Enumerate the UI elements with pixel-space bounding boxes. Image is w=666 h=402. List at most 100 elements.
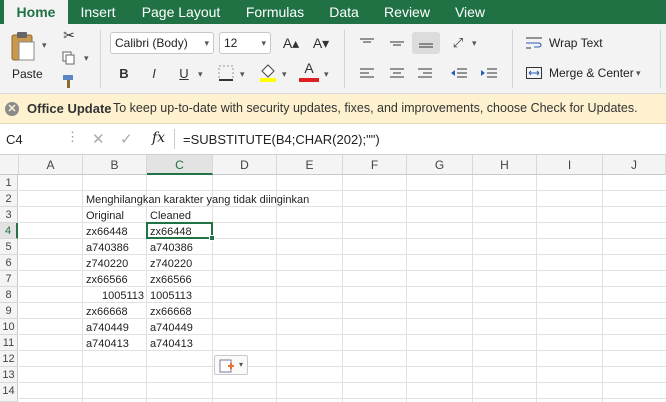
- cell-c11[interactable]: a740413: [150, 336, 193, 352]
- align-bottom-icon[interactable]: [412, 32, 440, 54]
- enter-icon[interactable]: ✓: [120, 130, 133, 148]
- align-middle-icon[interactable]: [384, 32, 410, 54]
- chevron-down-icon: ▾: [239, 360, 244, 369]
- formula-bar: C4 ⋮ ✕ ✓ fx =SUBSTITUTE(B4;CHAR(202);""): [0, 124, 666, 155]
- row-header-11[interactable]: 11: [0, 335, 18, 351]
- cell-b7[interactable]: zx66566: [86, 272, 128, 288]
- paste-label[interactable]: Paste: [12, 66, 43, 82]
- cell-b9[interactable]: zx66668: [86, 304, 128, 320]
- merge-center-button[interactable]: Merge & Center: [549, 65, 634, 81]
- wrap-text-button[interactable]: Wrap Text: [549, 35, 603, 51]
- merge-center-icon[interactable]: [524, 64, 544, 82]
- orientation-dropdown-icon[interactable]: ▾: [472, 38, 477, 49]
- fill-dropdown-icon[interactable]: ▾: [282, 69, 287, 80]
- row-header-8[interactable]: 8: [0, 287, 18, 303]
- row-header-3[interactable]: 3: [0, 207, 18, 223]
- decrease-indent-icon[interactable]: [446, 62, 472, 84]
- cell-b8[interactable]: 1005113: [83, 288, 144, 304]
- row-header-7[interactable]: 7: [0, 271, 18, 287]
- paste-dropdown-icon[interactable]: ▾: [42, 40, 47, 51]
- update-title: Office Update: [27, 101, 112, 116]
- row-header-4[interactable]: 4: [0, 223, 18, 239]
- cell-b3-header[interactable]: Original: [86, 208, 124, 224]
- italic-button[interactable]: I: [142, 62, 166, 84]
- underline-dropdown-icon[interactable]: ▾: [198, 69, 203, 80]
- orientation-icon[interactable]: ⤢: [446, 32, 470, 54]
- merge-dropdown-icon[interactable]: ▾: [636, 68, 641, 79]
- row-header-5[interactable]: 5: [0, 239, 18, 255]
- column-header-a[interactable]: A: [19, 155, 83, 175]
- insert-function-button[interactable]: fx: [152, 130, 165, 146]
- font-family-select[interactable]: Calibri (Body) ▾: [110, 32, 214, 54]
- update-bar: ✕ Office Update To keep up-to-date with …: [0, 94, 666, 124]
- select-all-corner[interactable]: [0, 155, 19, 175]
- increase-indent-icon[interactable]: [476, 62, 502, 84]
- tab-insert[interactable]: Insert: [70, 0, 126, 24]
- align-right-icon[interactable]: [412, 62, 438, 84]
- column-header-i[interactable]: I: [537, 155, 603, 175]
- formula-input[interactable]: =SUBSTITUTE(B4;CHAR(202);""): [183, 132, 380, 147]
- row-header-10[interactable]: 10: [0, 319, 18, 335]
- grow-font-button[interactable]: A▴: [278, 32, 304, 54]
- close-icon[interactable]: ✕: [5, 102, 19, 116]
- borders-dropdown-icon[interactable]: ▾: [240, 69, 245, 80]
- row-header-13[interactable]: 13: [0, 367, 18, 383]
- fill-handle[interactable]: [209, 235, 215, 241]
- column-header-g[interactable]: G: [407, 155, 473, 175]
- column-header-c[interactable]: C: [147, 155, 213, 175]
- font-color-button[interactable]: A: [298, 60, 320, 84]
- tab-data[interactable]: Data: [322, 0, 366, 24]
- copy-icon[interactable]: [60, 49, 78, 67]
- column-header-e[interactable]: E: [277, 155, 343, 175]
- tab-page-layout[interactable]: Page Layout: [134, 0, 228, 24]
- cell-b11[interactable]: a740413: [86, 336, 129, 352]
- borders-icon[interactable]: [214, 62, 238, 84]
- active-cell-selection: [146, 222, 213, 239]
- update-message: To keep up-to-date with security updates…: [113, 101, 638, 115]
- column-header-d[interactable]: D: [213, 155, 277, 175]
- align-left-icon[interactable]: [354, 62, 380, 84]
- paste-options-icon: [219, 359, 234, 373]
- align-center-icon[interactable]: [384, 62, 410, 84]
- cell-c7[interactable]: zx66566: [150, 272, 192, 288]
- row-header-1[interactable]: 1: [0, 175, 18, 191]
- shrink-font-button[interactable]: A▾: [308, 32, 334, 54]
- row-header-2[interactable]: 2: [0, 191, 18, 207]
- column-header-j[interactable]: J: [603, 155, 666, 175]
- font-size-select[interactable]: 12 ▾: [219, 32, 271, 54]
- cell-c9[interactable]: zx66668: [150, 304, 192, 320]
- tab-home[interactable]: Home: [4, 0, 68, 24]
- paste-icon[interactable]: [6, 28, 40, 64]
- name-box[interactable]: C4: [6, 132, 23, 147]
- tab-formulas[interactable]: Formulas: [236, 0, 314, 24]
- tab-view[interactable]: View: [446, 0, 494, 24]
- cell-c5[interactable]: a740386: [150, 240, 193, 256]
- cell-b4[interactable]: zx66448: [86, 224, 128, 240]
- cell-c6[interactable]: z740220: [150, 256, 192, 272]
- cell-b5[interactable]: a740386: [86, 240, 129, 256]
- format-painter-icon[interactable]: [60, 72, 78, 90]
- fill-color-icon[interactable]: [256, 60, 280, 84]
- paste-options-button[interactable]: ▾: [214, 355, 248, 375]
- row-header-12[interactable]: 12: [0, 351, 18, 367]
- underline-button[interactable]: U: [172, 62, 196, 84]
- bold-button[interactable]: B: [112, 62, 136, 84]
- align-top-icon[interactable]: [354, 32, 380, 54]
- cut-icon[interactable]: ✂: [60, 26, 78, 44]
- tab-review[interactable]: Review: [376, 0, 438, 24]
- column-header-b[interactable]: B: [83, 155, 147, 175]
- row-header-14[interactable]: 14: [0, 383, 18, 402]
- column-header-f[interactable]: F: [343, 155, 407, 175]
- cell-b10[interactable]: a740449: [86, 320, 129, 336]
- cell-c8[interactable]: 1005113: [150, 288, 192, 304]
- cell-c10[interactable]: a740449: [150, 320, 193, 336]
- font-color-dropdown-icon[interactable]: ▾: [324, 69, 329, 80]
- cell-b6[interactable]: z740220: [86, 256, 128, 272]
- wrap-text-icon[interactable]: [524, 34, 544, 52]
- column-header-h[interactable]: H: [473, 155, 537, 175]
- copy-dropdown-icon[interactable]: ▾: [84, 53, 89, 64]
- row-header-9[interactable]: 9: [0, 303, 18, 319]
- cell-b2-heading[interactable]: Menghilangkan karakter yang tidak diingi…: [86, 192, 309, 208]
- cancel-icon[interactable]: ✕: [92, 130, 105, 148]
- row-header-6[interactable]: 6: [0, 255, 18, 271]
